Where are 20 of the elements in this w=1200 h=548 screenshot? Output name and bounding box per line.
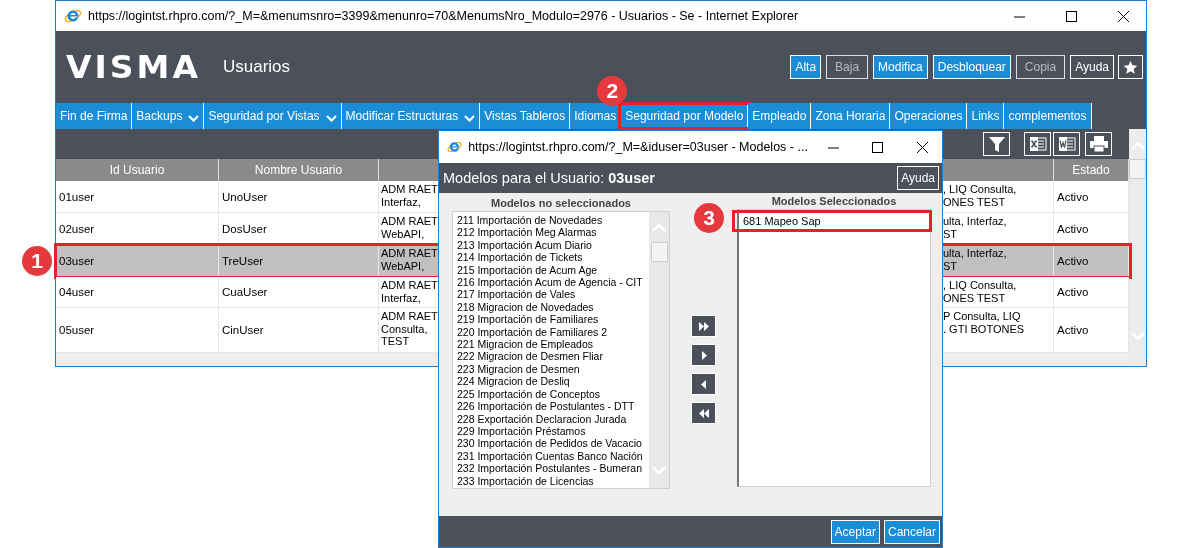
table-cell: TreUser bbox=[219, 245, 379, 276]
table-cell: 02user bbox=[56, 213, 219, 244]
callout-badge: 1 bbox=[22, 246, 52, 276]
callout-badge: 3 bbox=[694, 203, 724, 233]
table-cell: CuaUser bbox=[219, 277, 379, 307]
list-label: Modelos no seleccionados bbox=[491, 197, 631, 211]
window-title: https://logintst.rhpro.com/?_M=&menumsnro=3399&menunro=70&MenumsNro_Modulo=2976 - Usuarios - Se - Internet Explorer bbox=[88, 9, 800, 23]
table-cell: 04user bbox=[56, 277, 219, 307]
dialog-heading: Modelos para el Usuario: 03user bbox=[443, 170, 656, 186]
table-cell: 01user bbox=[56, 181, 219, 212]
logo: VISMA bbox=[66, 48, 201, 86]
table-cell: DosUser bbox=[219, 213, 379, 244]
table-cell: 05user bbox=[56, 308, 219, 352]
table-cell: 03user bbox=[56, 245, 219, 276]
table-cell: Activo bbox=[1054, 245, 1129, 276]
table-cell: UnoUser bbox=[219, 181, 379, 212]
list-label: Modelos Seleccionados bbox=[771, 195, 897, 209]
dialog-title: https://logintst.rhpro.com/?_M=&iduser=03user - Modelos - ... bbox=[468, 140, 808, 154]
page-title: Usuarios bbox=[222, 57, 292, 77]
table-cell: CinUser bbox=[219, 308, 379, 352]
